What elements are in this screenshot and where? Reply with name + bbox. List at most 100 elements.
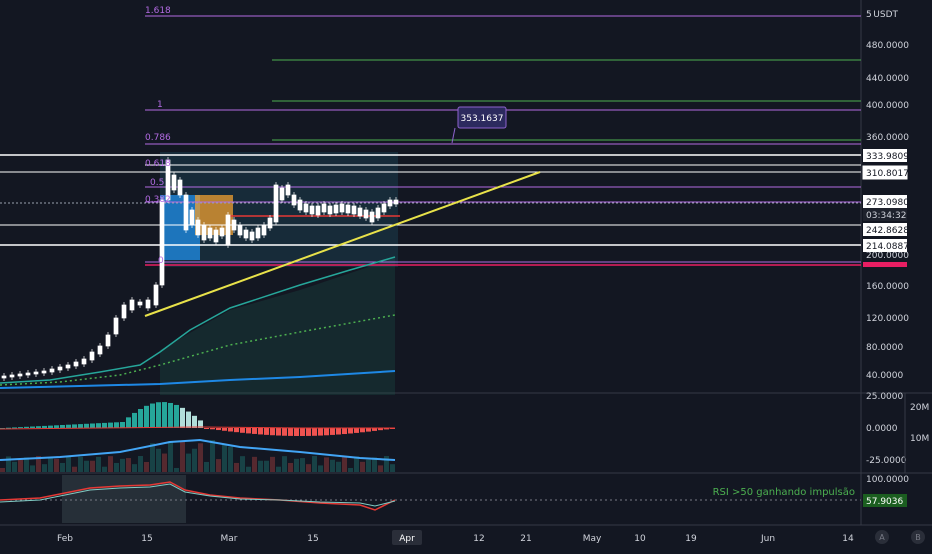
macd-bar bbox=[78, 424, 83, 428]
fib-label-0382: 0.382 bbox=[145, 195, 171, 205]
svg-text:333.9809: 333.9809 bbox=[866, 152, 909, 162]
fib-label-05: 0.5 bbox=[150, 178, 164, 188]
volume-bar bbox=[168, 441, 173, 472]
volume-bar bbox=[210, 440, 215, 472]
volume-bar bbox=[132, 464, 137, 472]
time-label: May bbox=[583, 534, 602, 544]
trading-chart[interactable]: 1.618 1 0.786 0.618 0.5 0.382 0 353.1637… bbox=[0, 0, 932, 550]
macd-bar bbox=[108, 422, 113, 428]
macd-tick: 0.0000 bbox=[866, 424, 898, 434]
volume-bar bbox=[108, 456, 113, 472]
volume-bar bbox=[60, 462, 65, 472]
volume-bar bbox=[144, 462, 149, 472]
svg-text:242.8628: 242.8628 bbox=[866, 226, 909, 236]
macd-bar bbox=[180, 407, 185, 428]
volume-bar bbox=[318, 465, 323, 472]
svg-text:310.8017: 310.8017 bbox=[866, 169, 909, 179]
volume-bar bbox=[306, 464, 311, 472]
volume-bar bbox=[90, 460, 95, 472]
chart-canvas[interactable]: 1.618 1 0.786 0.618 0.5 0.382 0 353.1637… bbox=[0, 0, 932, 550]
volume-tick: 20M bbox=[910, 403, 929, 413]
price-tick: 360.0000 bbox=[866, 133, 909, 143]
fib-label-1618: 1.618 bbox=[145, 6, 171, 16]
macd-bar bbox=[12, 427, 17, 429]
macd-bar bbox=[132, 412, 137, 428]
svg-text:273.0980: 273.0980 bbox=[866, 198, 909, 208]
price-axis-top-tick: 5 bbox=[866, 10, 872, 20]
volume-bar bbox=[276, 466, 281, 472]
time-label: 10 bbox=[634, 534, 646, 544]
macd-bar bbox=[324, 428, 329, 436]
price-label-214: 214.0887 bbox=[863, 239, 909, 252]
macd-tick: -25.0000 bbox=[866, 456, 907, 466]
volume-bar bbox=[204, 461, 209, 472]
macd-bar bbox=[270, 428, 275, 436]
macd-bar bbox=[252, 428, 257, 434]
volume-bar bbox=[180, 441, 185, 472]
macd-bar bbox=[84, 423, 89, 428]
volume-bar bbox=[78, 456, 83, 472]
svg-text:A: A bbox=[879, 533, 885, 542]
volume-bar bbox=[138, 456, 143, 472]
macd-bar bbox=[276, 428, 281, 436]
fib-label-1: 1 bbox=[157, 100, 163, 110]
macd-bar bbox=[348, 428, 353, 434]
volume-bar bbox=[48, 458, 53, 472]
volume-bar bbox=[186, 453, 191, 472]
volume-bar bbox=[216, 459, 221, 472]
auto-scale-button[interactable]: A bbox=[875, 530, 889, 544]
macd-bar bbox=[60, 425, 65, 428]
macd-bar bbox=[24, 426, 29, 428]
volume-bar bbox=[366, 459, 371, 472]
volume-bar bbox=[342, 456, 347, 472]
volume-bar bbox=[240, 456, 245, 472]
volume-bar bbox=[324, 457, 329, 472]
macd-bar bbox=[228, 428, 233, 432]
volume-bar bbox=[96, 456, 101, 472]
macd-bar bbox=[366, 428, 371, 432]
macd-bar bbox=[54, 425, 59, 428]
volume-tick: 10M bbox=[910, 434, 929, 444]
volume-bar bbox=[114, 462, 119, 472]
price-label-273: 273.0980 bbox=[863, 195, 909, 208]
volume-bar bbox=[390, 464, 395, 472]
macd-bar bbox=[312, 428, 317, 436]
price-tick: 160.0000 bbox=[866, 282, 909, 292]
time-label: Apr bbox=[399, 534, 415, 544]
volume-bar bbox=[360, 461, 365, 472]
macd-bar bbox=[18, 427, 23, 429]
volume-bar bbox=[12, 461, 17, 472]
volume-bar bbox=[162, 453, 167, 472]
svg-text:03:34:32: 03:34:32 bbox=[866, 211, 906, 221]
macd-bar bbox=[360, 428, 365, 433]
volume-bar bbox=[72, 466, 77, 472]
price-tick: 440.0000 bbox=[866, 74, 909, 84]
rsi-value-text: 57.9036 bbox=[866, 497, 903, 507]
volume-bar bbox=[30, 465, 35, 472]
volume-bar bbox=[150, 443, 155, 472]
macd-bar bbox=[162, 402, 167, 428]
macd-bar bbox=[300, 428, 305, 436]
macd-bar bbox=[330, 428, 335, 435]
macd-bar bbox=[138, 409, 143, 428]
macd-bar bbox=[186, 411, 191, 428]
volume-bar bbox=[294, 458, 299, 472]
volume-bar bbox=[330, 459, 335, 472]
macd-bar bbox=[264, 428, 269, 435]
time-label: 19 bbox=[685, 534, 697, 544]
macd-bar bbox=[156, 402, 161, 428]
macd-bar bbox=[306, 428, 311, 436]
time-label: Feb bbox=[57, 534, 73, 544]
volume-bar bbox=[66, 456, 71, 472]
macd-bar bbox=[354, 428, 359, 433]
macd-bar bbox=[222, 428, 227, 431]
macd-bar bbox=[240, 428, 245, 433]
macd-bar bbox=[336, 428, 341, 435]
fib-label-0618: 0.618 bbox=[145, 159, 171, 169]
log-scale-button[interactable]: B bbox=[911, 530, 925, 544]
time-label: 14 bbox=[842, 534, 854, 544]
volume-bar bbox=[234, 462, 239, 472]
price-tick: 80.0000 bbox=[866, 343, 903, 353]
price-tick: 480.0000 bbox=[866, 41, 909, 51]
macd-bar bbox=[234, 428, 239, 433]
